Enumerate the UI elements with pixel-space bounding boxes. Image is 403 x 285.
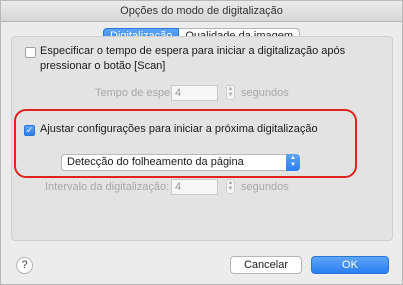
interval-stepper[interactable]: ▲ ▼ <box>226 179 235 194</box>
adjust-settings-checkbox[interactable]: ✓ <box>24 125 35 136</box>
interval-field-label: Intervalo da digitalização: <box>45 181 170 193</box>
adjust-settings-label: Ajustar configurações para iniciar a pró… <box>40 123 318 135</box>
stepper-down-icon: ▼ <box>227 92 234 98</box>
dropdown-value: Detecção do folheamento da página <box>67 156 244 168</box>
chevron-updown-icon: ▲ ▼ <box>286 154 300 171</box>
interval-input[interactable]: 4 <box>171 179 218 195</box>
wait-time-checkbox[interactable] <box>25 47 36 58</box>
checkmark-icon: ✓ <box>25 125 34 135</box>
cancel-button[interactable]: Cancelar <box>230 256 302 274</box>
wait-time-field-label: Tempo de espera: <box>95 87 184 99</box>
interval-unit: segundos <box>241 181 289 193</box>
wait-time-label-line2: pressionar o botão [Scan] <box>40 60 166 72</box>
wait-time-stepper[interactable]: ▲ ▼ <box>226 85 235 100</box>
stepper-down-icon: ▼ <box>227 186 234 192</box>
page-turn-detection-dropdown[interactable]: Detecção do folheamento da página ▲ ▼ <box>61 154 300 171</box>
wait-time-input[interactable]: 4 <box>171 85 218 101</box>
wait-time-unit: segundos <box>241 87 289 99</box>
window-title: Opções do modo de digitalização <box>1 1 402 22</box>
ok-button[interactable]: OK <box>311 256 389 274</box>
help-button[interactable]: ? <box>16 257 33 274</box>
wait-time-label-line1: Especificar o tempo de espera para inici… <box>40 45 346 57</box>
scan-mode-options-dialog: Opções do modo de digitalização Digitali… <box>0 0 403 285</box>
